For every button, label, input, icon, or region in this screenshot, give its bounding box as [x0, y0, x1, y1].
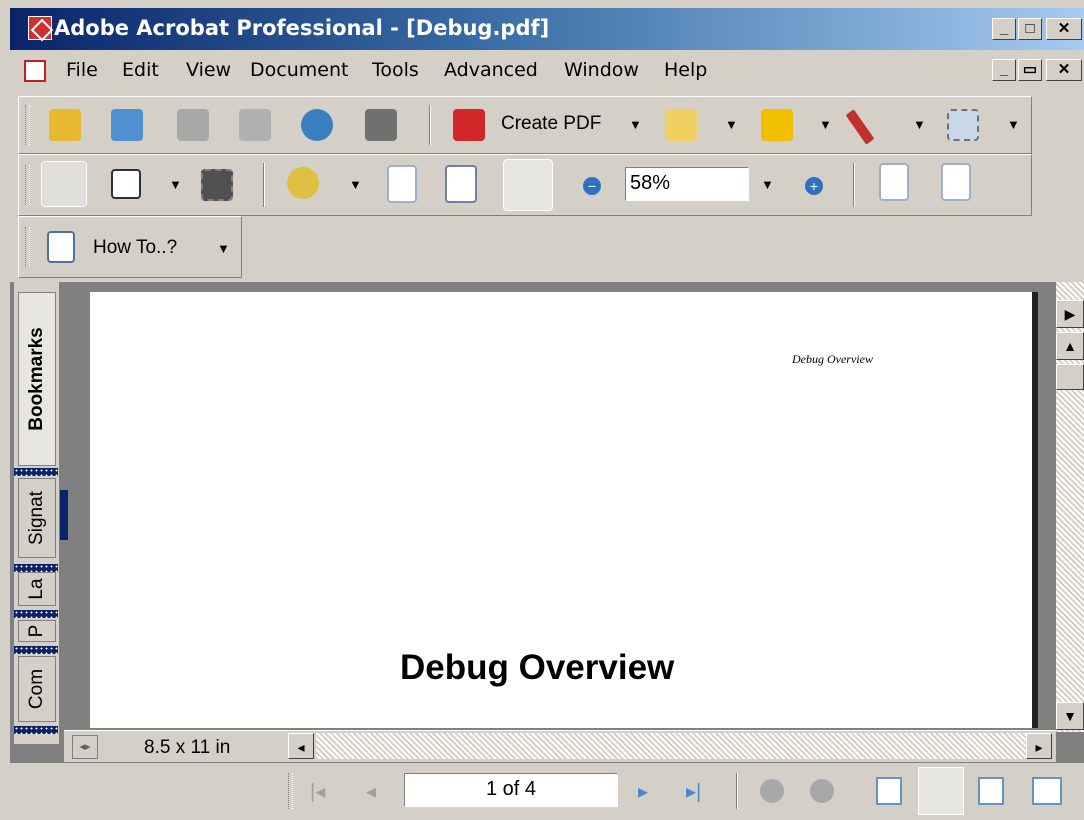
text-select-icon[interactable] [111, 169, 141, 199]
horizontal-scroll-track[interactable] [316, 733, 1026, 759]
create-pdf-label[interactable]: Create PDF [501, 113, 601, 135]
hand-tool-icon[interactable] [41, 161, 87, 207]
view-toolbar: ▼ ▼ − 58% ▼ + [18, 154, 1032, 216]
document-icon[interactable] [24, 60, 46, 82]
zoom-in-icon[interactable] [287, 167, 319, 199]
doc-minimize-button[interactable]: _ [992, 59, 1016, 81]
toolbar-grip[interactable] [25, 105, 30, 145]
chevron-down-icon[interactable]: ▼ [819, 117, 832, 132]
panel-resize-handle[interactable] [60, 490, 68, 540]
status-bar: |◂ ◂ 1 of 4 ▸ ▸| [10, 762, 1084, 820]
menu-edit[interactable]: Edit [122, 59, 159, 81]
doc-close-button[interactable]: ✕ [1046, 59, 1082, 81]
howto-toolbar: How To..? ▼ [18, 216, 242, 278]
horizontal-scrollbar-area: ◂▸ 8.5 x 11 in ◂ ▸ [64, 730, 1056, 762]
navigation-tabs: Bookmarks Signat La P Com [14, 282, 60, 744]
close-button[interactable]: ✕ [1046, 18, 1082, 40]
create-pdf-icon[interactable] [453, 109, 485, 141]
lock-icon[interactable] [761, 109, 793, 141]
scroll-left-button[interactable]: ◂ [288, 733, 314, 759]
tab-comments[interactable]: Com [18, 656, 56, 722]
save-icon[interactable] [177, 109, 209, 141]
menu-help[interactable]: Help [664, 59, 707, 81]
page-size-label: 8.5 x 11 in [144, 737, 231, 758]
tab-bookmarks[interactable]: Bookmarks [18, 292, 56, 466]
zoom-out-icon[interactable]: − [583, 177, 601, 195]
single-page-icon[interactable] [876, 777, 902, 805]
howto-label[interactable]: How To..? [93, 237, 177, 259]
chevron-down-icon[interactable]: ▼ [1007, 117, 1020, 132]
chevron-down-icon[interactable]: ▼ [217, 241, 230, 256]
menu-bar: File Edit View Document Tools Advanced W… [10, 50, 1084, 92]
howto-list-icon[interactable] [47, 231, 75, 263]
menu-view[interactable]: View [186, 59, 231, 81]
chevron-down-icon[interactable]: ▼ [761, 177, 774, 192]
snapshot-icon[interactable] [201, 169, 233, 201]
pen-icon[interactable] [845, 109, 875, 145]
previous-page-icon[interactable]: ◂ [366, 779, 376, 804]
page-running-header: Debug Overview [792, 352, 873, 366]
menu-advanced[interactable]: Advanced [444, 59, 538, 81]
minimize-button[interactable]: _ [992, 18, 1016, 40]
rotate-counterclockwise-icon[interactable] [941, 163, 971, 201]
facing-view-icon[interactable] [1032, 777, 1062, 805]
maximize-button[interactable]: □ [1018, 18, 1042, 40]
fit-page-icon[interactable] [445, 165, 477, 203]
previous-view-icon[interactable] [760, 779, 784, 803]
tab-pages[interactable]: P [18, 620, 56, 642]
chevron-down-icon[interactable]: ▼ [629, 117, 642, 132]
page-number-field[interactable]: 1 of 4 [404, 773, 618, 807]
binoculars-icon[interactable] [365, 109, 397, 141]
file-toolbar: Create PDF ▼ ▼ ▼ ▼ ▼ [18, 96, 1032, 154]
next-view-icon[interactable] [810, 779, 834, 803]
doc-restore-button[interactable]: ▭ [1018, 59, 1042, 81]
page-heading: Debug Overview [400, 648, 675, 687]
continuous-facing-icon[interactable] [978, 777, 1004, 805]
next-page-icon[interactable]: ▸ [638, 779, 648, 804]
chevron-down-icon[interactable]: ▼ [913, 117, 926, 132]
continuous-view-icon[interactable] [918, 767, 964, 815]
chevron-down-icon[interactable]: ▼ [349, 177, 362, 192]
chevron-down-icon[interactable]: ▼ [725, 117, 738, 132]
fit-width-icon[interactable] [503, 159, 553, 211]
rotate-clockwise-icon[interactable] [879, 163, 909, 201]
organizer-icon[interactable] [111, 109, 143, 141]
tab-signatures[interactable]: Signat [18, 478, 56, 558]
last-page-icon[interactable]: ▸| [686, 779, 701, 804]
pdf-page[interactable]: Debug Overview Debug Overview [90, 292, 1038, 728]
menu-document[interactable]: Document [250, 59, 348, 81]
scroll-thumb[interactable] [1056, 364, 1084, 390]
zoom-input[interactable]: 58% [625, 167, 749, 201]
menu-file[interactable]: File [66, 59, 98, 81]
email-icon[interactable] [301, 109, 333, 141]
title-bar[interactable]: Adobe Acrobat Professional - [Debug.pdf]… [10, 8, 1084, 50]
actual-size-icon[interactable] [387, 165, 417, 203]
expand-pane-button[interactable]: ▶ [1056, 300, 1084, 328]
chevron-down-icon[interactable]: ▼ [169, 177, 182, 192]
scroll-right-button[interactable]: ▸ [1026, 733, 1052, 759]
scroll-up-button[interactable]: ▲ [1056, 332, 1084, 360]
vertical-scrollbar[interactable]: ▶ ▲ ▼ [1056, 282, 1084, 732]
split-handle-icon[interactable]: ◂▸ [72, 735, 98, 759]
window-title: Adobe Acrobat Professional - [Debug.pdf] [54, 16, 550, 40]
comment-icon[interactable] [665, 109, 697, 141]
first-page-icon[interactable]: |◂ [310, 779, 325, 804]
acrobat-app-icon [28, 16, 52, 40]
menu-tools[interactable]: Tools [372, 59, 419, 81]
print-icon[interactable] [239, 109, 271, 141]
scroll-down-button[interactable]: ▼ [1056, 702, 1084, 730]
select-arrow-icon[interactable] [947, 109, 979, 141]
zoom-in-button[interactable]: + [805, 177, 823, 195]
tab-layers[interactable]: La [18, 572, 56, 606]
menu-window[interactable]: Window [564, 59, 639, 81]
open-folder-icon[interactable] [49, 109, 81, 141]
